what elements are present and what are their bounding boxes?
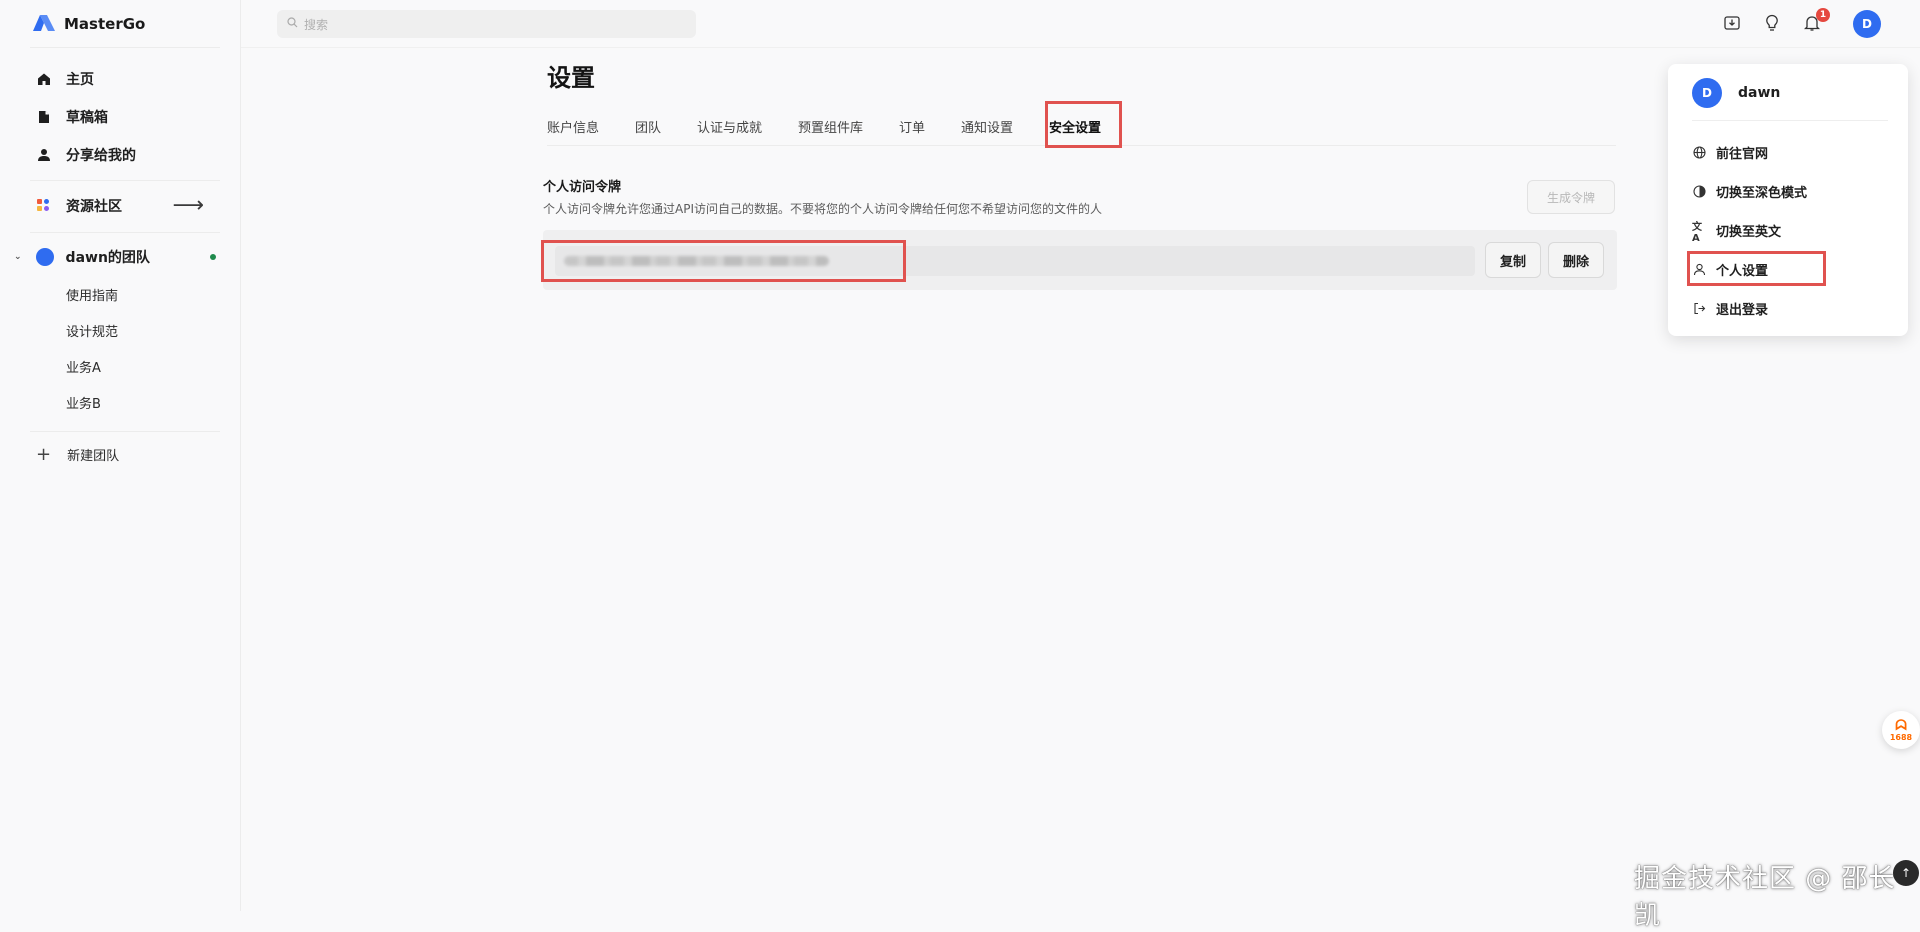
- menu-item-dark-mode[interactable]: 切换至深色模式: [1692, 182, 1807, 201]
- search-placeholder: 搜索: [304, 17, 329, 32]
- floating-1688-button[interactable]: ᗣ 1688: [1882, 711, 1920, 749]
- tab-certification[interactable]: 认证与成就: [697, 117, 762, 136]
- page-title: 设置: [547, 64, 595, 92]
- tab-team[interactable]: 团队: [635, 117, 661, 136]
- tab-security[interactable]: 安全设置: [1049, 117, 1101, 136]
- search-icon: [287, 17, 298, 31]
- generate-token-button[interactable]: 生成令牌: [1527, 180, 1615, 214]
- arrow-right-icon[interactable]: ⟶: [172, 195, 204, 217]
- delete-token-button[interactable]: 删除: [1548, 242, 1604, 278]
- new-team-button[interactable]: + 新建团队: [36, 444, 119, 465]
- sidebar-item-drafts[interactable]: 草稿箱: [36, 107, 108, 127]
- team-item[interactable]: 设计规范: [66, 321, 118, 340]
- tab-preset-library[interactable]: 预置组件库: [798, 117, 863, 136]
- token-value-redacted: [564, 256, 829, 266]
- sidebar-item-label: 主页: [66, 72, 94, 88]
- logout-icon: [1692, 302, 1706, 316]
- menu-item-label: 切换至英文: [1716, 225, 1782, 240]
- menu-item-label: 前往官网: [1716, 147, 1769, 162]
- sidebar-item-label: 分享给我的: [66, 148, 136, 164]
- menu-item-english[interactable]: 文A 切换至英文: [1692, 221, 1782, 244]
- sidebar-divider: [30, 180, 220, 181]
- file-icon: [36, 109, 52, 125]
- menu-item-label: 退出登录: [1716, 303, 1769, 318]
- team-avatar: [35, 248, 54, 266]
- user-icon: [1692, 263, 1706, 277]
- brand[interactable]: MasterGo: [31, 12, 145, 36]
- team-item[interactable]: 业务A: [66, 357, 101, 376]
- menu-username: dawn: [1738, 85, 1781, 101]
- topbar-divider: [241, 47, 1920, 48]
- online-status-icon: [210, 254, 216, 260]
- user-menu: D dawn 前往官网 切换至深色模式 文A 切换至英文 个人设置 退出登录: [1668, 64, 1908, 336]
- team-item[interactable]: 使用指南: [66, 285, 118, 304]
- menu-avatar: D: [1692, 78, 1722, 108]
- menu-item-label: 切换至深色模式: [1716, 186, 1808, 201]
- tab-notifications[interactable]: 通知设置: [961, 117, 1013, 136]
- copy-token-button[interactable]: 复制: [1485, 242, 1541, 278]
- globe-icon: [1692, 146, 1706, 160]
- sidebar: MasterGo 主页 草稿箱 分享给我的 资源社区 ⟶ ⌄ dawn的团队 使…: [0, 0, 241, 911]
- sidebar-item-label: 资源社区: [66, 199, 122, 215]
- notification-badge: 1: [1816, 8, 1830, 22]
- menu-divider: [1692, 120, 1888, 121]
- tab-account[interactable]: 账户信息: [547, 117, 599, 136]
- search-input[interactable]: 搜索: [277, 10, 696, 38]
- lightbulb-icon[interactable]: [1761, 12, 1783, 34]
- menu-item-logout[interactable]: 退出登录: [1692, 299, 1768, 318]
- sidebar-divider: [30, 47, 220, 48]
- download-icon[interactable]: [1721, 12, 1743, 34]
- translate-icon: 文A: [1692, 221, 1702, 244]
- sidebar-item-home[interactable]: 主页: [36, 69, 94, 89]
- brand-name: MasterGo: [64, 15, 146, 33]
- tab-orders[interactable]: 订单: [899, 117, 925, 136]
- sidebar-item-label: 草稿箱: [66, 110, 108, 126]
- section-description: 个人访问令牌允许您通过API访问自己的数据。不要将您的个人访问令牌给任何您不希望…: [543, 202, 1102, 216]
- section-title: 个人访问令牌: [543, 180, 622, 195]
- sidebar-item-shared[interactable]: 分享给我的: [36, 145, 136, 165]
- plus-icon: +: [36, 444, 52, 465]
- team-name: dawn的团队: [65, 250, 150, 266]
- sidebar-divider: [30, 232, 220, 233]
- home-icon: [36, 71, 52, 87]
- team-item[interactable]: 业务B: [66, 393, 101, 412]
- chevron-down-icon[interactable]: ⌄: [14, 252, 22, 262]
- sidebar-team[interactable]: ⌄ dawn的团队: [14, 247, 220, 267]
- user-avatar-button[interactable]: D: [1853, 10, 1881, 38]
- smile-logo-icon: ᗣ: [1895, 717, 1907, 734]
- person-icon: [36, 147, 52, 163]
- mastergo-logo-icon: [31, 12, 57, 36]
- menu-user-header: D dawn: [1692, 78, 1780, 108]
- menu-item-label: 个人设置: [1716, 264, 1769, 279]
- new-team-label: 新建团队: [67, 449, 120, 464]
- tabs-divider: [547, 145, 1616, 146]
- contrast-icon: [1692, 185, 1706, 199]
- watermark: 掘金技术社区 @ 邵长凯: [1634, 864, 1896, 931]
- menu-item-website[interactable]: 前往官网: [1692, 143, 1768, 162]
- float-badge-label: 1688: [1889, 732, 1913, 742]
- apps-icon: [36, 198, 52, 214]
- sidebar-item-community[interactable]: 资源社区 ⟶: [36, 195, 204, 217]
- menu-item-personal-settings[interactable]: 个人设置: [1692, 260, 1768, 279]
- scroll-top-icon[interactable]: ↑: [1893, 860, 1919, 886]
- sidebar-divider: [30, 431, 220, 432]
